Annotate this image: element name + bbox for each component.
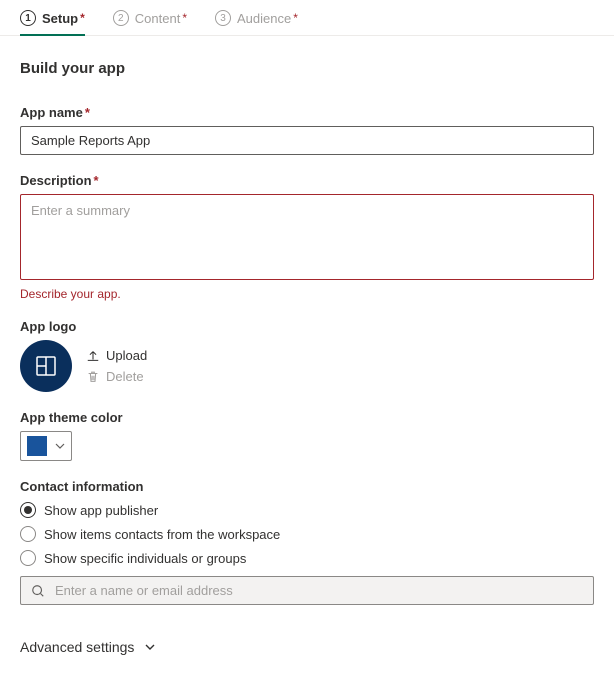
radio-show-publisher[interactable]: Show app publisher xyxy=(20,502,594,518)
tab-label: Content xyxy=(135,11,181,26)
contact-info-label: Contact information xyxy=(20,479,594,494)
app-name-input[interactable] xyxy=(20,126,594,155)
upload-label: Upload xyxy=(106,348,147,363)
color-swatch xyxy=(27,436,47,456)
app-name-label: App name* xyxy=(20,105,594,120)
tab-label: Setup xyxy=(42,11,78,26)
upload-icon xyxy=(86,349,100,363)
field-description: Description* Describe your app. xyxy=(20,173,594,301)
required-asterisk: * xyxy=(293,11,298,25)
delete-label: Delete xyxy=(106,369,144,384)
tab-content[interactable]: 2 Content* xyxy=(113,10,187,36)
required-asterisk: * xyxy=(85,105,90,120)
setup-form: Build your app App name* Description* De… xyxy=(0,36,614,685)
contact-search-box[interactable] xyxy=(20,576,594,605)
chevron-down-icon xyxy=(144,641,156,653)
upload-logo-button[interactable]: Upload xyxy=(86,348,147,363)
page-title: Build your app xyxy=(20,60,594,77)
app-logo-label: App logo xyxy=(20,319,594,334)
radio-icon xyxy=(20,526,36,542)
advanced-settings-toggle[interactable]: Advanced settings xyxy=(20,639,594,655)
delete-logo-button: Delete xyxy=(86,369,147,384)
advanced-settings-label: Advanced settings xyxy=(20,639,134,655)
step-number-icon: 3 xyxy=(215,10,231,26)
radio-label: Show specific individuals or groups xyxy=(44,551,246,566)
search-icon xyxy=(31,584,45,598)
theme-color-picker[interactable] xyxy=(20,431,72,461)
wizard-tabs: 1 Setup* 2 Content* 3 Audience* xyxy=(0,0,614,36)
required-asterisk: * xyxy=(94,173,99,188)
field-app-logo: App logo Upload xyxy=(20,319,594,392)
required-asterisk: * xyxy=(182,11,187,25)
contact-search-input[interactable] xyxy=(55,583,583,598)
radio-show-specific[interactable]: Show specific individuals or groups xyxy=(20,550,594,566)
delete-icon xyxy=(86,370,100,384)
tab-audience[interactable]: 3 Audience* xyxy=(215,10,298,36)
radio-show-workspace[interactable]: Show items contacts from the workspace xyxy=(20,526,594,542)
app-logo-icon xyxy=(34,354,58,378)
radio-label: Show app publisher xyxy=(44,503,158,518)
field-app-name: App name* xyxy=(20,105,594,155)
theme-color-label: App theme color xyxy=(20,410,594,425)
app-logo-preview xyxy=(20,340,72,392)
radio-icon xyxy=(20,502,36,518)
description-label: Description* xyxy=(20,173,594,188)
radio-label: Show items contacts from the workspace xyxy=(44,527,280,542)
step-number-icon: 1 xyxy=(20,10,36,26)
chevron-down-icon xyxy=(55,441,65,451)
tab-setup[interactable]: 1 Setup* xyxy=(20,10,85,36)
field-theme-color: App theme color xyxy=(20,410,594,461)
step-number-icon: 2 xyxy=(113,10,129,26)
description-input[interactable] xyxy=(20,194,594,280)
contact-radio-group: Show app publisher Show items contacts f… xyxy=(20,502,594,566)
tab-label: Audience xyxy=(237,11,291,26)
field-contact-info: Contact information Show app publisher S… xyxy=(20,479,594,605)
required-asterisk: * xyxy=(80,11,85,25)
description-error: Describe your app. xyxy=(20,287,594,301)
radio-icon xyxy=(20,550,36,566)
